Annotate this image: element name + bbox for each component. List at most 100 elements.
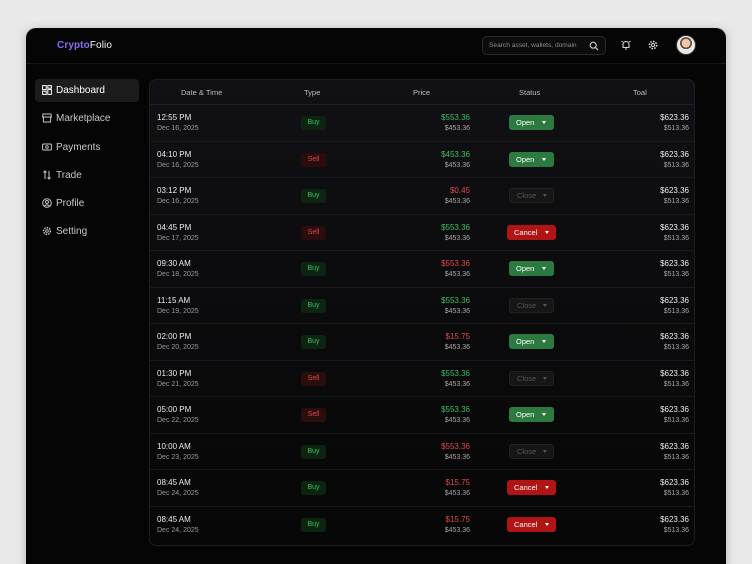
status-label: Open [516, 118, 535, 127]
sidebar-item-marketplace[interactable]: Marketplace [35, 107, 139, 130]
sidebar-item-profile[interactable]: Profile [35, 192, 139, 215]
row-price-sub: $453.36 [444, 198, 470, 205]
status-label: Cancel [514, 519, 538, 529]
row-price: $553.36 [441, 405, 470, 414]
table-row[interactable]: 03:12 PM Dec 16, 2025 Buy $0.45 $453.36 Close… [150, 178, 694, 215]
status-label: Open [516, 337, 535, 346]
row-price-sub: $453.36 [444, 526, 470, 534]
row-total: $623.36 [660, 514, 689, 524]
sidebar-item-label: Profile [56, 198, 85, 210]
status-dropdown[interactable]: Close [509, 443, 554, 459]
table-row[interactable]: 10:00 AM Dec 23, 2025 Buy $553.36 $453.36 Clo… [150, 434, 694, 470]
row-total: $623.36 [660, 478, 689, 487]
column-header-total[interactable]: Toal [633, 88, 647, 97]
search-input[interactable]: Search asset, wallets, domain [482, 36, 606, 55]
search-placeholder: Search asset, wallets, domain [489, 42, 577, 49]
row-time: 11:15 AM [157, 295, 191, 305]
status-dropdown[interactable]: Open [509, 151, 554, 167]
row-price-sub: $453.36 [444, 344, 470, 351]
row-date: Dec 20, 2025 [157, 344, 199, 351]
row-total: $623.36 [660, 186, 689, 195]
table-row[interactable]: 08:45 AM Dec 24, 2025 Buy $15.75 $453.36 Canc… [150, 470, 694, 507]
row-price-sub: $453.36 [444, 271, 470, 278]
status-dropdown[interactable]: Open [509, 407, 554, 422]
sidebar-item-label: Payments [56, 141, 101, 153]
sidebar-item-setting[interactable]: Setting [35, 220, 139, 243]
row-price-sub: $453.36 [444, 161, 470, 169]
status-label: Close [517, 191, 537, 200]
chevron-down-icon [542, 340, 546, 343]
chevron-down-icon [543, 194, 547, 197]
table-row[interactable]: 09:30 AM Dec 18, 2025 Buy $553.36 $453.36 Ope… [150, 251, 694, 288]
row-total-sub: $513.36 [663, 344, 689, 351]
row-price: $15.75 [445, 332, 470, 341]
row-time: 04:10 PM [157, 149, 192, 159]
table-row[interactable]: 04:45 PM Dec 17, 2025 Sell $553.36 $453.36 Ca… [150, 215, 694, 251]
row-time: 04:45 PM [157, 222, 192, 232]
search-icon [589, 41, 599, 51]
type-badge: Buy [301, 262, 326, 276]
row-price: $553.36 [441, 113, 470, 122]
status-label: Open [516, 264, 535, 273]
chevron-down-icon [543, 449, 547, 453]
table-row[interactable]: 11:15 AM Dec 19, 2025 Buy $553.36 $453.36 Clo… [150, 288, 694, 324]
chevron-down-icon [545, 522, 549, 526]
row-price: $553.36 [441, 368, 470, 378]
chevron-down-icon [545, 230, 549, 234]
type-badge: Buy [301, 444, 326, 459]
settings-icon[interactable] [647, 39, 659, 51]
status-dropdown[interactable]: Open [509, 261, 554, 276]
table-row[interactable]: 08:45 AM Dec 24, 2025 Buy $15.75 $453.36 Canc… [150, 507, 694, 544]
avatar[interactable] [676, 35, 696, 55]
row-price: $15.75 [445, 514, 470, 524]
status-dropdown[interactable]: Cancel [507, 224, 556, 240]
row-price-sub: $453.36 [444, 380, 470, 388]
sidebar-item-dashboard[interactable]: Dashboard [35, 79, 139, 102]
table-row[interactable]: 05:00 PM Dec 22, 2025 Sell $553.36 $453.36 Op… [150, 397, 694, 434]
column-header-type[interactable]: Type [304, 88, 320, 97]
sidebar-item-label: Setting [56, 226, 88, 238]
chevron-down-icon [545, 486, 549, 489]
status-dropdown[interactable]: Close [509, 297, 554, 313]
logo[interactable]: CryptoFolio [57, 40, 112, 51]
table-row[interactable]: 01:30 PM Dec 21, 2025 Sell $553.36 $453.36 Cl… [150, 361, 694, 397]
row-date: Dec 24, 2025 [157, 526, 199, 534]
row-price: $0.45 [449, 186, 470, 195]
bell-icon[interactable] [620, 39, 632, 51]
row-total: $623.36 [660, 368, 689, 378]
row-price-sub: $453.36 [444, 307, 470, 315]
row-price: $553.36 [441, 295, 470, 305]
row-date: Dec 22, 2025 [157, 417, 199, 424]
sidebar: Dashboard Marketplace Payments Trade Pro… [35, 79, 139, 249]
status-dropdown[interactable]: Open [509, 334, 554, 349]
row-price-sub: $453.36 [444, 125, 470, 132]
type-badge: Buy [301, 517, 326, 532]
column-header-price[interactable]: Price [413, 88, 430, 97]
row-time: 03:12 PM [157, 186, 192, 195]
table-row[interactable]: 02:00 PM Dec 20, 2025 Buy $15.75 $453.36 Open… [150, 324, 694, 361]
type-badge: Buy [301, 481, 326, 495]
column-header-date[interactable]: Date & Time [181, 88, 222, 97]
column-header-status[interactable]: Status [519, 88, 540, 97]
sidebar-item-label: Trade [56, 169, 82, 181]
sidebar-item-trade[interactable]: Trade [35, 164, 139, 187]
table-row[interactable]: 04:10 PM Dec 16, 2025 Sell $453.36 $453.36 Op… [150, 142, 694, 178]
type-badge: Sell [301, 152, 326, 167]
row-total: $623.36 [660, 259, 689, 268]
chevron-down-icon [542, 121, 546, 124]
status-dropdown[interactable]: Open [509, 115, 554, 130]
table-row[interactable]: 12:55 PM Dec 16, 2025 Buy $553.36 $453.36 Ope… [150, 105, 694, 142]
status-dropdown[interactable]: Close [509, 188, 554, 203]
dashboard-icon [42, 85, 52, 95]
status-dropdown[interactable]: Cancel [507, 480, 556, 495]
row-date: Dec 23, 2025 [157, 453, 199, 461]
status-dropdown[interactable]: Cancel [507, 516, 556, 532]
row-price: $553.36 [441, 222, 470, 232]
row-date: Dec 18, 2025 [157, 271, 199, 278]
sidebar-item-payments[interactable]: Payments [35, 136, 139, 159]
sidebar-item-label: Marketplace [56, 113, 111, 125]
row-total-sub: $513.36 [663, 271, 689, 278]
store-icon [42, 113, 52, 123]
status-dropdown[interactable]: Close [509, 370, 554, 386]
status-label: Close [517, 446, 537, 456]
